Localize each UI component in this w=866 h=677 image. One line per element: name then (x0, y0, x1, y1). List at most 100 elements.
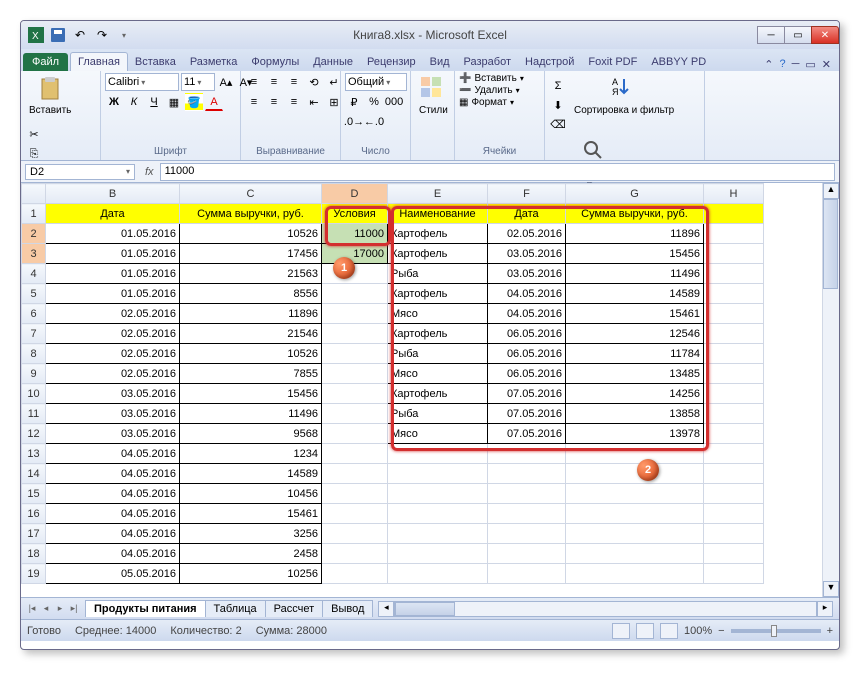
currency-icon[interactable]: ₽ (345, 93, 363, 111)
cell-B16[interactable]: 04.05.2016 (46, 504, 180, 524)
italic-button[interactable]: К (125, 93, 143, 111)
cell-C16[interactable]: 15461 (180, 504, 322, 524)
cell-H16[interactable] (704, 504, 764, 524)
cell-H1[interactable] (704, 204, 764, 224)
cell-F15[interactable] (488, 484, 566, 504)
cell-C1[interactable]: Сумма выручки, руб. (180, 204, 322, 224)
cell-F9[interactable]: 06.05.2016 (488, 364, 566, 384)
cell-D2[interactable]: 11000 (322, 224, 388, 244)
zoom-in-icon[interactable]: + (827, 625, 833, 637)
sheet-tab-3[interactable]: Вывод (322, 600, 373, 617)
sheet-tab-2[interactable]: Рассчет (265, 600, 324, 617)
cell-D6[interactable] (322, 304, 388, 324)
row-header-5[interactable]: 5 (22, 284, 46, 304)
cell-H17[interactable] (704, 524, 764, 544)
cell-C12[interactable]: 9568 (180, 424, 322, 444)
cell-G5[interactable]: 14589 (566, 284, 704, 304)
cell-F3[interactable]: 03.05.2016 (488, 244, 566, 264)
cell-H7[interactable] (704, 324, 764, 344)
cell-E5[interactable]: Картофель (388, 284, 488, 304)
cell-C13[interactable]: 1234 (180, 444, 322, 464)
cell-G3[interactable]: 15456 (566, 244, 704, 264)
col-header-E[interactable]: E (388, 184, 488, 204)
cell-C18[interactable]: 2458 (180, 544, 322, 564)
inner-restore-icon[interactable]: ▭ (805, 58, 815, 71)
cell-F17[interactable] (488, 524, 566, 544)
cell-H2[interactable] (704, 224, 764, 244)
cell-B17[interactable]: 04.05.2016 (46, 524, 180, 544)
cell-H5[interactable] (704, 284, 764, 304)
scroll-up-icon[interactable]: ▲ (823, 183, 839, 199)
select-all-corner[interactable] (22, 184, 46, 204)
tab-layout[interactable]: Разметка (183, 53, 245, 71)
cell-G4[interactable]: 11496 (566, 264, 704, 284)
zoom-out-icon[interactable]: − (718, 625, 724, 637)
decrease-decimal-icon[interactable]: ←.0 (365, 113, 383, 131)
cell-E11[interactable]: Рыба (388, 404, 488, 424)
scroll-left-icon[interactable]: ◂ (378, 601, 394, 617)
inner-minimize-icon[interactable]: ─ (792, 58, 800, 71)
cell-H8[interactable] (704, 344, 764, 364)
qat-dropdown-icon[interactable]: ▾ (115, 26, 133, 44)
cell-D7[interactable] (322, 324, 388, 344)
col-header-C[interactable]: C (180, 184, 322, 204)
file-tab[interactable]: Файл (23, 53, 68, 71)
minimize-button[interactable]: ─ (757, 26, 785, 44)
col-header-D[interactable]: D (322, 184, 388, 204)
tab-home[interactable]: Главная (70, 52, 128, 71)
cell-D1[interactable]: Условия (322, 204, 388, 224)
cell-E7[interactable]: Картофель (388, 324, 488, 344)
cell-C9[interactable]: 7855 (180, 364, 322, 384)
cell-E2[interactable]: Картофель (388, 224, 488, 244)
cell-D5[interactable] (322, 284, 388, 304)
cell-E19[interactable] (388, 564, 488, 584)
cell-H13[interactable] (704, 444, 764, 464)
sheet-nav-next-icon[interactable]: ▸ (53, 603, 67, 614)
paste-button[interactable]: Вставить (25, 73, 75, 118)
cell-F2[interactable]: 02.05.2016 (488, 224, 566, 244)
cell-F16[interactable] (488, 504, 566, 524)
cell-G6[interactable]: 15461 (566, 304, 704, 324)
autosum-icon[interactable]: Σ (549, 77, 567, 95)
delete-cells-button[interactable]: ➖Удалить▾ (459, 85, 520, 96)
row-header-14[interactable]: 14 (22, 464, 46, 484)
cell-D11[interactable] (322, 404, 388, 424)
cell-B11[interactable]: 03.05.2016 (46, 404, 180, 424)
cell-G7[interactable]: 12546 (566, 324, 704, 344)
align-center-icon[interactable]: ≡ (265, 93, 283, 111)
row-header-8[interactable]: 8 (22, 344, 46, 364)
cell-C7[interactable]: 21546 (180, 324, 322, 344)
cell-G19[interactable] (566, 564, 704, 584)
cell-E10[interactable]: Картофель (388, 384, 488, 404)
cell-D14[interactable] (322, 464, 388, 484)
tab-formulas[interactable]: Формулы (244, 53, 306, 71)
cell-B19[interactable]: 05.05.2016 (46, 564, 180, 584)
cell-D10[interactable] (322, 384, 388, 404)
align-bottom-icon[interactable]: ≡ (285, 73, 303, 91)
tab-addins[interactable]: Надстрой (518, 53, 581, 71)
cell-C14[interactable]: 14589 (180, 464, 322, 484)
cell-G1[interactable]: Сумма выручки, руб. (566, 204, 704, 224)
font-size-combo[interactable]: 11▾ (181, 73, 215, 91)
row-header-16[interactable]: 16 (22, 504, 46, 524)
cell-E15[interactable] (388, 484, 488, 504)
save-icon[interactable] (49, 26, 67, 44)
sheet-nav-first-icon[interactable]: |◂ (25, 603, 39, 614)
cell-E1[interactable]: Наименование (388, 204, 488, 224)
cell-G14[interactable] (566, 464, 704, 484)
cell-B10[interactable]: 03.05.2016 (46, 384, 180, 404)
cell-F7[interactable]: 06.05.2016 (488, 324, 566, 344)
cell-E6[interactable]: Мясо (388, 304, 488, 324)
tab-foxit[interactable]: Foxit PDF (581, 53, 644, 71)
cell-G12[interactable]: 13978 (566, 424, 704, 444)
cell-D19[interactable] (322, 564, 388, 584)
cell-D15[interactable] (322, 484, 388, 504)
row-header-15[interactable]: 15 (22, 484, 46, 504)
cell-F4[interactable]: 03.05.2016 (488, 264, 566, 284)
ribbon-minimize-icon[interactable]: ⌃ (764, 58, 773, 71)
row-header-18[interactable]: 18 (22, 544, 46, 564)
row-header-2[interactable]: 2 (22, 224, 46, 244)
hscroll-thumb[interactable] (395, 602, 455, 616)
percent-icon[interactable]: % (365, 93, 383, 111)
format-cells-button[interactable]: ▦Формат▾ (459, 97, 514, 108)
